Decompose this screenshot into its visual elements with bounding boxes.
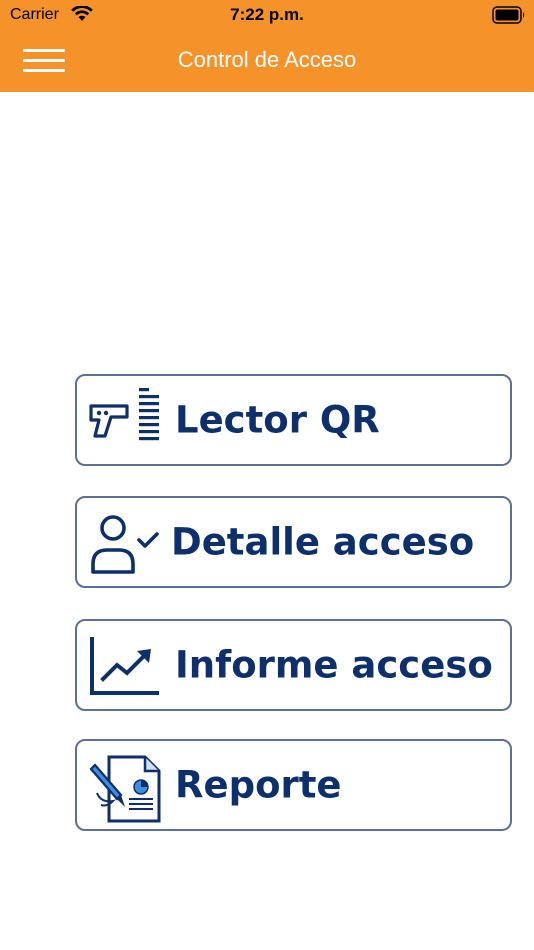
navigation-bar: Control de Acceso bbox=[0, 30, 534, 92]
battery-full-icon bbox=[492, 6, 525, 24]
clock-time: 7:22 p.m. bbox=[230, 5, 304, 24]
lector-qr-button[interactable]: Lector QR bbox=[75, 374, 512, 466]
app-screen: Carrier 7:22 p.m. Control de Acceso Lect… bbox=[0, 0, 534, 950]
user-check-icon bbox=[91, 515, 159, 574]
lector-qr-label: Lector QR bbox=[175, 398, 380, 442]
app-header: Carrier 7:22 p.m. Control de Acceso bbox=[0, 0, 534, 92]
informe-acceso-button[interactable]: Informe acceso bbox=[75, 619, 512, 711]
detalle-acceso-label: Detalle acceso bbox=[171, 520, 475, 564]
reporte-label: Reporte bbox=[175, 763, 342, 807]
page-title: Control de Acceso bbox=[177, 47, 357, 72]
detalle-acceso-button[interactable]: Detalle acceso bbox=[75, 496, 512, 588]
trend-chart-icon bbox=[90, 637, 159, 695]
reporte-button[interactable]: Reporte bbox=[75, 739, 512, 831]
qr-scanner-icon bbox=[89, 388, 159, 441]
document-report-icon bbox=[89, 755, 161, 823]
status-bar: Carrier 7:22 p.m. bbox=[0, 0, 534, 30]
informe-acceso-label: Informe acceso bbox=[175, 643, 493, 687]
